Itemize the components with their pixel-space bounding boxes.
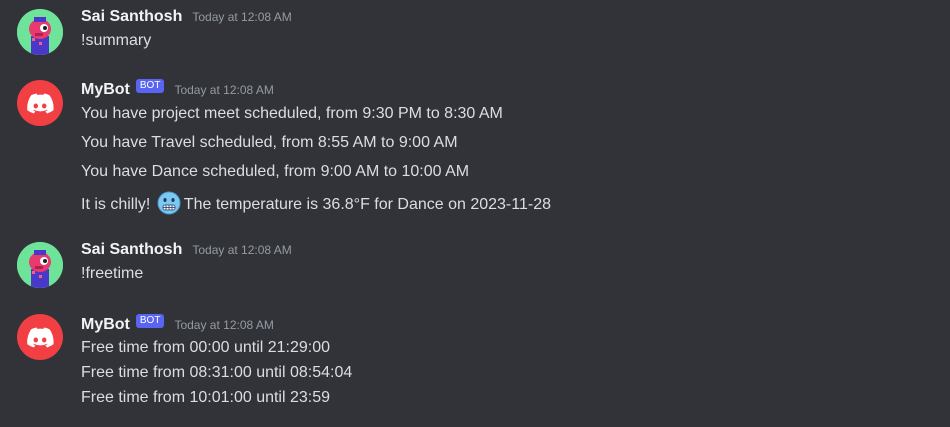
message-text: !summary [81, 32, 152, 49]
cold-face-emoji-icon [157, 191, 181, 215]
message-text: !freetime [81, 265, 144, 282]
character-avatar-icon [17, 9, 63, 55]
message-timestamp: Today at 12:08 AM [174, 83, 274, 97]
chat-message-list: Sai Santhosh Today at 12:08 AM !summary … [0, 0, 950, 427]
character-avatar-icon [17, 242, 63, 288]
message-text: Free time from 10:01:00 until 23:59 [81, 389, 331, 406]
message-timestamp: Today at 12:08 AM [192, 10, 292, 24]
username[interactable]: Sai Santhosh [81, 8, 182, 26]
weather-prefix: It is chilly! [81, 196, 151, 213]
message-header: MyBot BOT Today at 12:08 AM [81, 79, 274, 101]
bot-badge: BOT [135, 79, 165, 93]
message-text: It is chilly! The temperature is 36.8°F … [81, 191, 551, 215]
message-timestamp: Today at 12:08 AM [174, 318, 274, 332]
weather-detail: The temperature is 36.8°F for Dance on 2… [183, 196, 551, 213]
bot-badge: BOT [135, 314, 165, 328]
bot-avatar[interactable] [17, 314, 63, 360]
message-text: You have Travel scheduled, from 8:55 AM … [81, 134, 458, 151]
message-text: Free time from 08:31:00 until 08:54:04 [81, 364, 353, 381]
discord-logo-icon [27, 327, 54, 348]
bot-avatar[interactable] [17, 80, 63, 126]
message-text: Free time from 00:00 until 21:29:00 [81, 339, 331, 356]
user-avatar[interactable] [17, 242, 63, 288]
message-header: MyBot BOT Today at 12:08 AM [81, 314, 274, 336]
message-text: You have Dance scheduled, from 9:00 AM t… [81, 163, 470, 180]
username[interactable]: Sai Santhosh [81, 241, 182, 259]
message-header: Sai Santhosh Today at 12:08 AM [81, 239, 292, 261]
message-header: Sai Santhosh Today at 12:08 AM [81, 6, 292, 28]
username[interactable]: MyBot [81, 81, 130, 99]
user-avatar[interactable] [17, 9, 63, 55]
message-timestamp: Today at 12:08 AM [192, 243, 292, 257]
username[interactable]: MyBot [81, 316, 130, 334]
message-text: You have project meet scheduled, from 9:… [81, 105, 503, 122]
discord-logo-icon [27, 93, 54, 114]
